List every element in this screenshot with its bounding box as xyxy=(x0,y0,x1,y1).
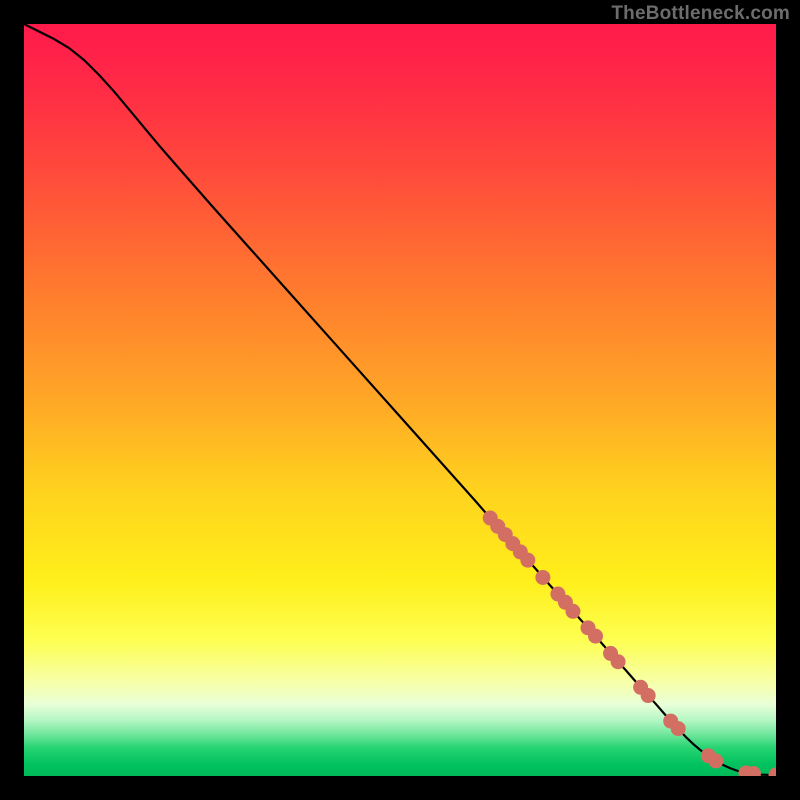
plot-area xyxy=(24,24,776,776)
data-marker xyxy=(565,604,580,619)
plot-svg xyxy=(24,24,776,776)
gradient-background xyxy=(24,24,776,776)
chart-stage: TheBottleneck.com xyxy=(0,0,800,800)
data-marker xyxy=(671,721,686,736)
watermark-label: TheBottleneck.com xyxy=(611,3,790,25)
data-marker xyxy=(641,688,656,703)
data-marker xyxy=(520,553,535,568)
data-marker xyxy=(535,570,550,585)
data-marker xyxy=(588,629,603,644)
data-marker xyxy=(708,753,723,768)
data-marker xyxy=(611,654,626,669)
